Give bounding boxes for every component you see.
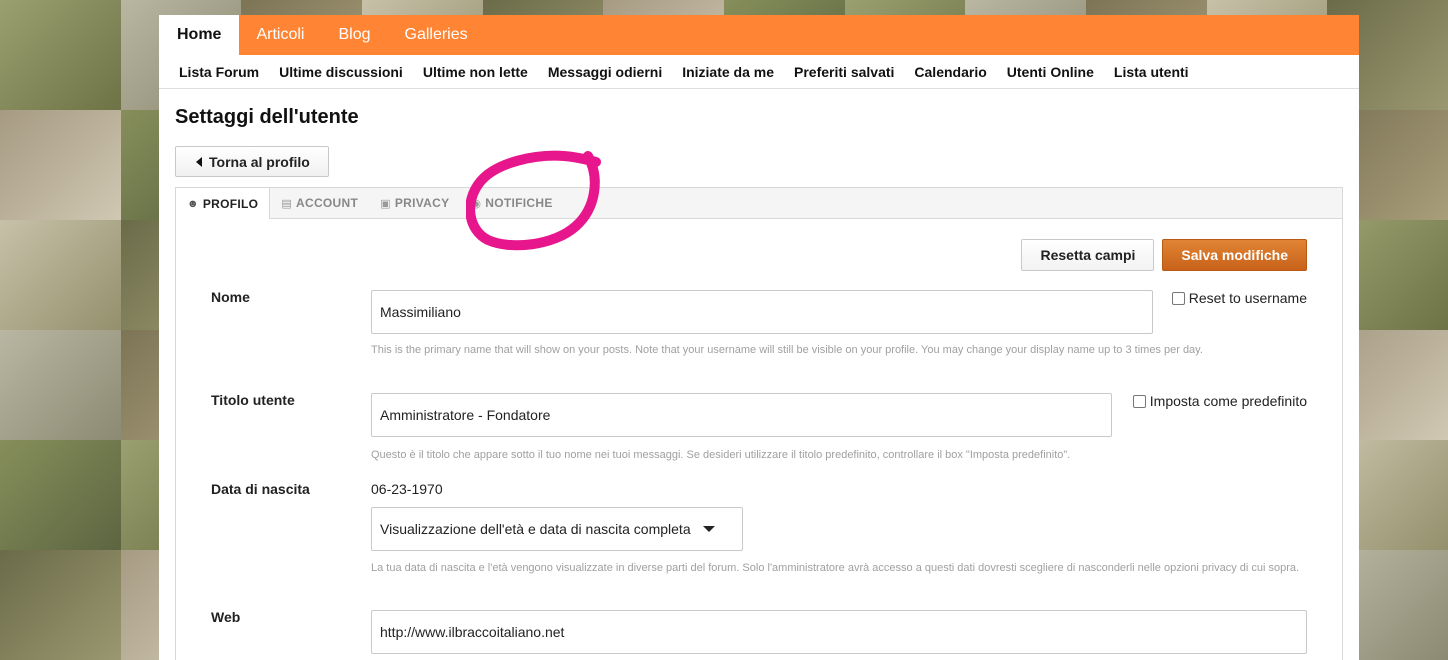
reset-fields-button[interactable]: Resetta campi <box>1021 239 1155 271</box>
back-button-label: Torna al profilo <box>209 153 310 170</box>
settings-panel: ☻ PROFILO ▤ ACCOUNT ▣ PRIVACY ◉ NOTIFICH… <box>175 187 1343 660</box>
tab-profilo[interactable]: ☻ PROFILO <box>176 188 271 219</box>
tab-account[interactable]: ▤ ACCOUNT <box>270 188 369 218</box>
tab-label: ACCOUNT <box>296 196 359 210</box>
form-actions: Resetta campi Salva modifiche <box>176 219 1342 271</box>
settings-tabs: ☻ PROFILO ▤ ACCOUNT ▣ PRIVACY ◉ NOTIFICH… <box>176 188 1342 219</box>
subnav-lista-forum[interactable]: Lista Forum <box>179 64 259 80</box>
back-arrow-icon <box>196 156 202 167</box>
checkbox-box <box>1132 394 1146 408</box>
titolo-help: Questo è il titolo che appare sotto il t… <box>371 449 1071 461</box>
nascita-label: Data di nascita <box>211 481 310 497</box>
reset-to-username-checkbox[interactable]: Reset to username <box>1171 290 1307 306</box>
tab-privacy[interactable]: ▣ PRIVACY <box>369 188 460 218</box>
web-label: Web <box>211 609 241 625</box>
main-content: Settaggi dell'utente Torna al profilo ☻ … <box>159 106 1359 660</box>
id-card-icon: ▤ <box>281 197 293 210</box>
tab-label: PROFILO <box>202 196 259 211</box>
sub-navigation: Lista Forum Ultime discussioni Ultime no… <box>159 55 1359 89</box>
nome-help: This is the primary name that will show … <box>371 344 1203 356</box>
select-value: Visualizzazione dell'età e data di nasci… <box>380 521 691 537</box>
nome-input[interactable]: Massimiliano <box>371 290 1153 334</box>
save-changes-button[interactable]: Salva modifiche <box>1162 239 1307 271</box>
page-container: Home Articoli Blog Galleries Lista Forum… <box>159 15 1359 660</box>
imposta-predefinito-checkbox[interactable]: Imposta come predefinito <box>1132 393 1307 409</box>
nav-tab-home[interactable]: Home <box>159 15 240 55</box>
lock-icon: ▣ <box>380 197 391 210</box>
subnav-preferiti-salvati[interactable]: Preferiti salvati <box>794 64 894 80</box>
bell-icon: ◉ <box>471 197 482 210</box>
subnav-ultime-discussioni[interactable]: Ultime discussioni <box>279 64 403 80</box>
web-input[interactable]: http://www.ilbraccoitaliano.net <box>371 610 1307 654</box>
subnav-messaggi-odierni[interactable]: Messaggi odierni <box>548 64 662 80</box>
subnav-calendario[interactable]: Calendario <box>914 64 986 80</box>
checkbox-label: Imposta come predefinito <box>1149 393 1307 409</box>
nome-label: Nome <box>211 289 250 305</box>
nascita-help: La tua data di nascita e l'età vengono v… <box>371 562 1300 574</box>
top-navigation: Home Articoli Blog Galleries <box>159 15 1359 55</box>
subnav-ultime-non-lette[interactable]: Ultime non lette <box>423 64 528 80</box>
back-to-profile-button[interactable]: Torna al profilo <box>175 146 329 177</box>
nav-tab-galleries[interactable]: Galleries <box>388 15 485 55</box>
tab-notifiche[interactable]: ◉ NOTIFICHE <box>460 188 563 218</box>
titolo-label: Titolo utente <box>211 392 295 408</box>
birthdate-visibility-select[interactable]: Visualizzazione dell'età e data di nasci… <box>371 507 743 551</box>
subnav-iniziate-da-me[interactable]: Iniziate da me <box>682 64 774 80</box>
titolo-input[interactable]: Amministratore - Fondatore <box>371 393 1112 437</box>
nav-tab-blog[interactable]: Blog <box>321 15 387 55</box>
nav-tab-articoli[interactable]: Articoli <box>239 15 321 55</box>
tab-label: PRIVACY <box>394 196 450 210</box>
user-icon: ☻ <box>187 197 199 210</box>
birthdate-value: 06-23-1970 <box>371 481 443 497</box>
subnav-lista-utenti[interactable]: Lista utenti <box>1114 64 1189 80</box>
dropdown-caret-icon <box>702 526 715 532</box>
checkbox-box <box>1171 291 1185 305</box>
checkbox-label: Reset to username <box>1188 290 1307 306</box>
tab-label: NOTIFICHE <box>485 196 553 210</box>
page-title: Settaggi dell'utente <box>175 106 359 128</box>
subnav-utenti-online[interactable]: Utenti Online <box>1007 64 1094 80</box>
